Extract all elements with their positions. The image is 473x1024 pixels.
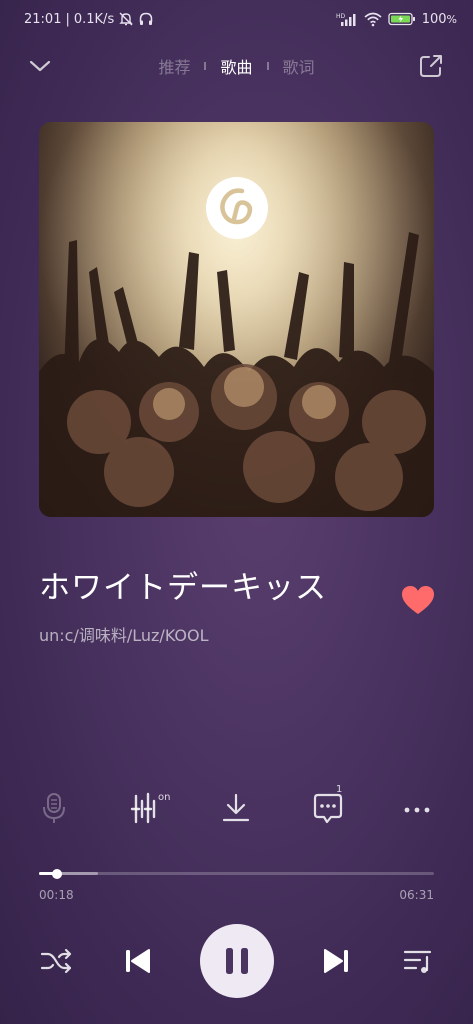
shuffle-icon	[40, 948, 72, 974]
status-right: HD 100%	[336, 11, 457, 27]
share-external-icon	[420, 55, 442, 77]
comment-button[interactable]: 1	[308, 784, 348, 828]
share-button[interactable]	[417, 52, 445, 80]
tab-recommend[interactable]: 推荐	[158, 54, 190, 78]
wifi-icon	[364, 11, 382, 27]
more-button[interactable]	[398, 788, 438, 828]
pause-icon	[226, 948, 248, 974]
total-time: 06:31	[399, 888, 434, 902]
battery-charging-icon	[388, 11, 416, 27]
progress-thumb[interactable]	[52, 868, 63, 879]
action-row: on 1	[0, 784, 473, 832]
download-button[interactable]	[216, 788, 256, 828]
play-pause-button[interactable]	[200, 924, 274, 998]
like-button[interactable]	[400, 584, 436, 616]
next-icon	[324, 949, 348, 973]
battery-percent: 100	[421, 11, 447, 27]
status-time: 21:01	[24, 11, 62, 27]
playlist-icon	[403, 950, 432, 973]
karaoke-button[interactable]	[34, 788, 74, 828]
song-artist[interactable]: un:c/调味料/Luz/KOOL	[39, 622, 209, 646]
battery-level: 100%	[422, 12, 457, 27]
audio-effect-badge: on	[158, 792, 171, 803]
battery-percent-sign: %	[446, 12, 457, 26]
status-bar: 21:01 | 0.1K/s HD 100%	[0, 0, 473, 40]
more-icon	[404, 807, 430, 813]
mute-bell-icon	[118, 11, 134, 27]
hd-signal-icon: HD	[336, 11, 358, 27]
status-left: 21:01 | 0.1K/s	[24, 11, 154, 27]
current-time: 00:18	[39, 888, 74, 902]
progress-bar[interactable]	[39, 868, 434, 879]
heart-icon	[402, 586, 434, 614]
tab-song[interactable]: 歌曲	[220, 54, 252, 78]
tab-lyrics[interactable]: 歌词	[283, 54, 315, 78]
tab-bar: 推荐 歌曲 歌词	[0, 54, 473, 78]
netease-music-logo-icon	[206, 177, 268, 239]
player-header: 推荐 歌曲 歌词	[0, 44, 473, 88]
next-button[interactable]	[316, 941, 356, 981]
audio-effect-button[interactable]: on	[126, 788, 174, 828]
playlist-button[interactable]	[400, 943, 436, 979]
tab-divider	[204, 62, 207, 70]
karaoke-mic-icon	[43, 793, 65, 823]
tab-divider	[266, 62, 269, 70]
download-icon	[222, 793, 250, 822]
previous-icon	[126, 949, 150, 973]
svg-text:HD: HD	[336, 13, 346, 20]
album-cover[interactable]	[39, 122, 434, 517]
comment-count: 1	[336, 784, 343, 795]
shuffle-button[interactable]	[38, 943, 74, 979]
song-title: ホワイトデーキッス	[39, 570, 327, 606]
headphones-icon	[138, 11, 154, 27]
status-separator: |	[65, 11, 70, 27]
previous-button[interactable]	[118, 941, 158, 981]
status-net-speed: 0.1K/s	[73, 11, 115, 27]
playback-controls	[0, 924, 473, 998]
